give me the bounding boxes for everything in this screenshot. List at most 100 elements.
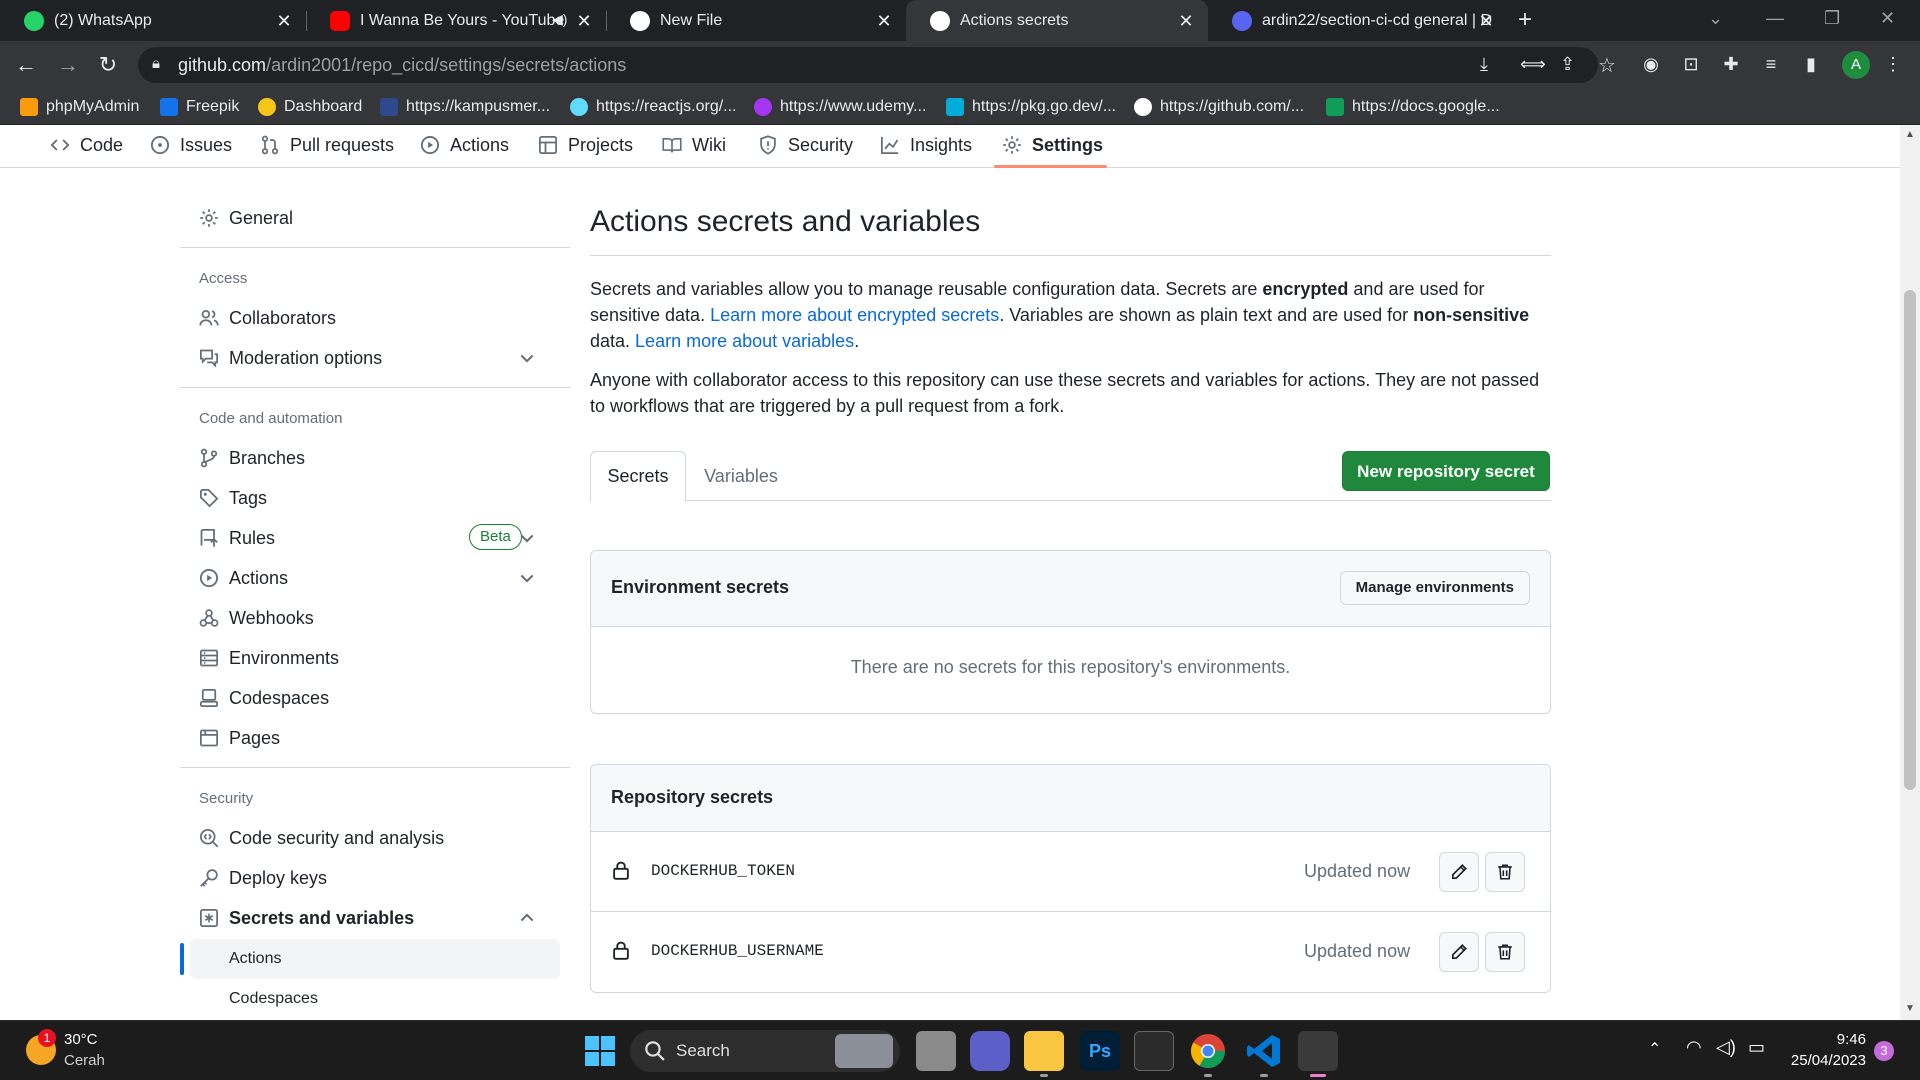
repo-nav-projects[interactable]: Projects [538,129,633,161]
scroll-up-icon[interactable]: ▲ [1905,129,1915,140]
close-tab-icon[interactable]: ✕ [274,11,294,31]
photoshop-icon[interactable]: Ps [1080,1031,1120,1071]
close-tab-icon[interactable]: ✕ [1476,11,1496,31]
repo-nav-code[interactable]: Code [50,129,123,161]
tab-youtube[interactable]: I Wanna Be Yours - YouTube ◀) ✕ [306,0,606,41]
repo-nav-settings[interactable]: Settings [1002,129,1103,161]
back-icon[interactable]: ← [12,51,40,79]
taskbar-search[interactable]: Search [630,1030,900,1072]
bookmark-dashboard[interactable]: Dashboard [258,96,362,118]
volume-icon[interactable]: ◁) [1716,1037,1736,1058]
teams-chat-icon[interactable] [970,1031,1010,1071]
media-queue-icon[interactable]: ≡ [1760,53,1782,75]
sidebar-subitem-codespaces[interactable]: Codespaces [190,979,560,1019]
install-icon[interactable]: ⤓ [1480,54,1488,75]
repo-nav-insights[interactable]: Insights [880,129,972,161]
tab-search-icon[interactable]: ⌄ [1708,8,1723,29]
sidebar-item-tags[interactable]: Tags [199,481,559,515]
sidebar-item-deploy-keys[interactable]: Deploy keys [199,861,559,895]
sidebar-item-webhooks[interactable]: Webhooks [199,601,559,635]
translate-icon[interactable]: ⟺ [1520,54,1546,75]
bookmark-freepik[interactable]: Freepik [160,96,239,118]
sidebar-item-pages[interactable]: Pages [199,721,559,755]
manage-environments-button[interactable]: Manage environments [1339,571,1530,605]
lock-icon[interactable]: 🔒︎ [152,55,160,72]
tab-secrets[interactable]: Secrets [590,451,686,502]
wifi-icon[interactable]: ◠ [1686,1037,1702,1058]
battery-icon[interactable]: ▭ [1748,1037,1765,1058]
bookmark-star-icon[interactable]: ☆ [1598,53,1616,78]
clock-date[interactable]: 25/04/2023 [1782,1052,1866,1069]
close-tab-icon[interactable]: ✕ [1176,11,1196,31]
close-tab-icon[interactable]: ✕ [874,11,894,31]
bookmark-github[interactable]: https://github.com/... [1134,96,1304,118]
tab-whatsapp[interactable]: (2) WhatsApp ✕ [0,0,306,41]
new-tab-icon[interactable]: + [1518,6,1532,34]
bookmark-pkg-go[interactable]: https://pkg.go.dev/... [946,96,1116,118]
extension-face-icon[interactable]: ◉ [1640,53,1662,75]
restore-icon[interactable]: ❐ [1824,8,1840,29]
scrollbar-thumb[interactable] [1904,290,1916,790]
side-panel-icon[interactable]: ▮ [1800,53,1822,75]
close-tab-icon[interactable]: ✕ [574,11,594,31]
tab-actions-secrets[interactable]: Actions secrets ✕ [906,0,1208,41]
learn-more-secrets-link[interactable]: Learn more about encrypted secrets [710,305,999,325]
sidebar-item-environments[interactable]: Environments [199,641,559,675]
task-view-icon[interactable] [916,1031,956,1071]
close-window-icon[interactable]: ✕ [1880,8,1895,29]
notification-badge[interactable]: 3 [1874,1041,1894,1061]
learn-more-variables-link[interactable]: Learn more about variables [635,331,854,351]
weather-desc[interactable]: Cerah [64,1052,105,1069]
vscode-icon[interactable] [1244,1031,1284,1077]
speaker-icon[interactable]: ◀) [552,11,567,28]
bookmark-udemy[interactable]: https://www.udemy... [754,96,926,118]
page-scrollbar[interactable]: ▲ ▼ [1900,125,1920,1020]
sidebar-item-code-security[interactable]: Code security and analysis [199,821,559,855]
tab-discord[interactable]: ardin22/section-ci-cd general | D ✕ [1208,0,1508,41]
forward-icon[interactable]: → [54,51,82,79]
chevron-down-icon[interactable] [517,348,537,368]
sidebar-item-collaborators[interactable]: Collaborators [199,301,559,335]
delete-secret-button[interactable] [1485,852,1525,892]
chevron-up-icon[interactable] [517,908,537,928]
repo-nav-security[interactable]: Security [758,129,853,161]
address-bar[interactable]: 🔒︎ github.com/ardin2001/repo_cicd/settin… [138,47,1616,83]
snipping-tool-icon[interactable] [1298,1031,1338,1077]
tab-new-file[interactable]: New File ✕ [606,0,906,41]
sidebar-item-secrets-variables[interactable]: Secrets and variables [199,901,559,935]
sidebar-item-codespaces[interactable]: Codespaces [199,681,559,715]
profile-avatar[interactable]: A [1842,51,1870,79]
share-icon[interactable]: ⇪ [1560,54,1575,75]
repo-nav-actions[interactable]: Actions [420,129,509,161]
sidebar-item-general[interactable]: General [199,201,559,235]
tray-overflow-chevron-icon[interactable]: ⌃ [1648,1039,1661,1059]
menu-kebab-icon[interactable]: ⋮ [1882,53,1904,75]
edit-secret-button[interactable] [1439,852,1479,892]
sidebar-item-moderation[interactable]: Moderation options [199,341,559,375]
clock-time[interactable]: 9:46 [1800,1031,1866,1048]
terminal-icon[interactable] [1134,1031,1174,1071]
repo-nav-wiki[interactable]: Wiki [662,129,726,161]
bookmark-reactjs[interactable]: https://reactjs.org/... [570,96,737,118]
weather-temp[interactable]: 30°C [64,1031,98,1048]
start-button[interactable] [580,1031,620,1071]
extension-glasses-icon[interactable]: ⊡ [1680,53,1702,75]
chevron-down-icon[interactable] [517,568,537,588]
chevron-down-icon[interactable] [517,528,537,548]
sidebar-item-branches[interactable]: Branches [199,441,559,475]
sidebar-item-rules[interactable]: Rules Beta [199,521,559,555]
chrome-icon[interactable] [1188,1031,1228,1077]
delete-secret-button[interactable] [1485,932,1525,972]
reload-icon[interactable]: ↻ [94,51,122,79]
bookmark-phpmyadmin[interactable]: phpMyAdmin [20,96,139,118]
scroll-down-icon[interactable]: ▼ [1905,1003,1915,1014]
tab-variables[interactable]: Variables [686,451,796,502]
new-repository-secret-button[interactable]: New repository secret [1342,451,1550,491]
file-explorer-icon[interactable] [1024,1031,1064,1077]
sidebar-subitem-actions[interactable]: Actions [190,939,560,979]
repo-nav-pull-requests[interactable]: Pull requests [260,129,394,161]
bookmark-google-docs[interactable]: https://docs.google... [1326,96,1500,118]
minimize-icon[interactable]: — [1766,8,1784,29]
repo-nav-issues[interactable]: Issues [150,129,232,161]
edit-secret-button[interactable] [1439,932,1479,972]
